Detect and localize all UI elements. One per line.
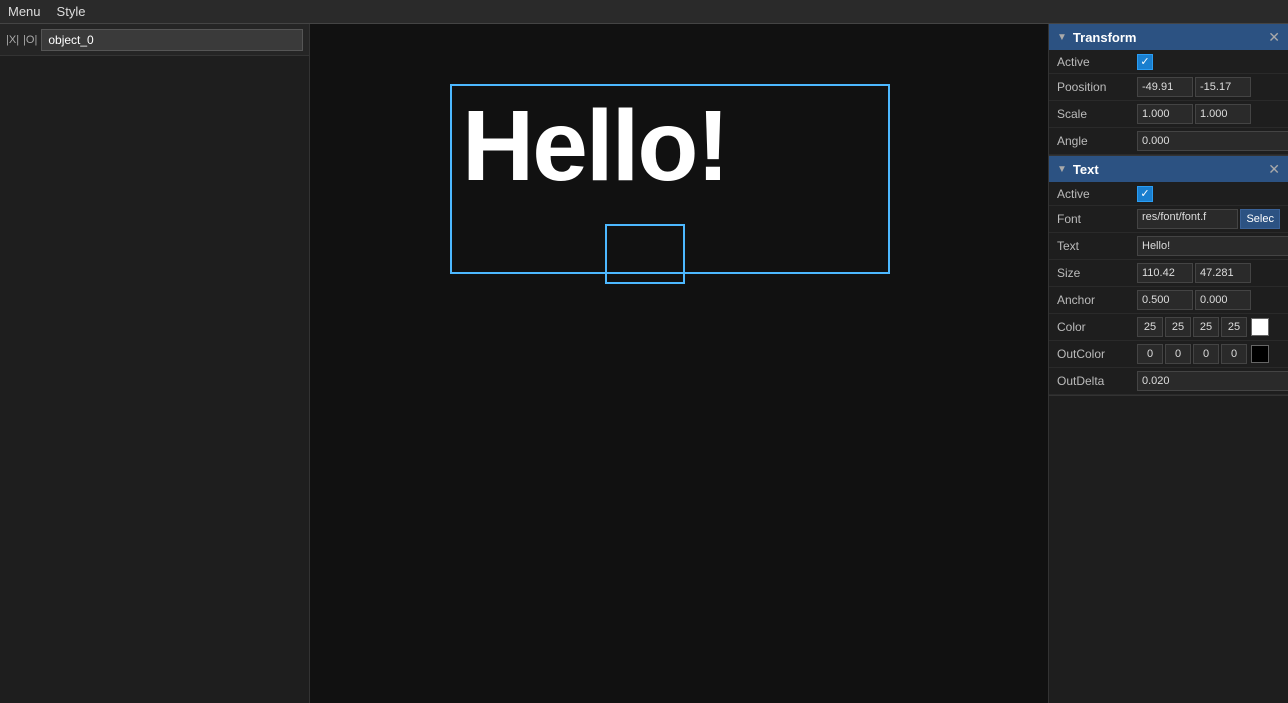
transform-position-values xyxy=(1137,77,1280,97)
text-anchor-x[interactable] xyxy=(1137,290,1193,310)
text-color-swatch[interactable] xyxy=(1251,318,1269,336)
left-panel: |X| |O| xyxy=(0,24,310,703)
transform-scale-values xyxy=(1137,104,1280,124)
transform-position-y[interactable] xyxy=(1195,77,1251,97)
transform-scale-label: Scale xyxy=(1057,107,1137,121)
text-anchor-label: Anchor xyxy=(1057,293,1137,307)
text-outdelta-input[interactable] xyxy=(1137,371,1288,391)
text-color-values xyxy=(1137,317,1269,337)
text-font-group: res/font/font.f Selec xyxy=(1137,209,1280,229)
sub-selection-box xyxy=(605,224,685,284)
text-active-row: Active ✓ xyxy=(1049,182,1288,206)
transform-collapse-icon: ▼ xyxy=(1057,32,1067,43)
hello-text: Hello! xyxy=(452,86,888,196)
transform-header[interactable]: ▼ Transform ✕ xyxy=(1049,24,1288,50)
text-color-r[interactable] xyxy=(1137,317,1163,337)
main-layout: |X| |O| Hello! ▼ Transform ✕ Active ✓ xyxy=(0,24,1288,703)
text-color-row: Color xyxy=(1049,314,1288,341)
transform-active-label: Active xyxy=(1057,55,1137,69)
text-value-input[interactable] xyxy=(1137,236,1288,256)
text-active-checkbox[interactable]: ✓ xyxy=(1137,186,1153,202)
text-size-row: Size xyxy=(1049,260,1288,287)
text-size-values xyxy=(1137,263,1280,283)
text-header[interactable]: ▼ Text ✕ xyxy=(1049,156,1288,182)
object-list-header: |X| |O| xyxy=(0,24,309,56)
text-value-row: Text xyxy=(1049,233,1288,260)
transform-position-x[interactable] xyxy=(1137,77,1193,97)
text-outdelta-row: OutDelta xyxy=(1049,368,1288,395)
menubar: Menu Style xyxy=(0,0,1288,24)
text-color-label: Color xyxy=(1057,320,1137,334)
text-section: ▼ Text ✕ Active ✓ Font res/font/font.f S… xyxy=(1049,156,1288,396)
transform-scale-y[interactable] xyxy=(1195,104,1251,124)
text-value-label: Text xyxy=(1057,239,1137,253)
transform-scale-row: Scale xyxy=(1049,101,1288,128)
transform-angle-label: Angle xyxy=(1057,134,1137,148)
transform-active-row: Active ✓ xyxy=(1049,50,1288,74)
canvas-area: Hello! xyxy=(310,24,1048,703)
transform-angle-row: Angle xyxy=(1049,128,1288,155)
text-outdelta-label: OutDelta xyxy=(1057,374,1137,388)
text-outcolor-values xyxy=(1137,344,1269,364)
text-font-path: res/font/font.f xyxy=(1137,209,1238,229)
transform-position-label: Poosition xyxy=(1057,80,1137,94)
transform-angle-input[interactable] xyxy=(1137,131,1288,151)
text-title: Text xyxy=(1073,162,1264,177)
menu-item-style[interactable]: Style xyxy=(57,4,86,19)
text-color-g[interactable] xyxy=(1165,317,1191,337)
transform-scale-x[interactable] xyxy=(1137,104,1193,124)
right-panel: ▼ Transform ✕ Active ✓ Poosition Scale xyxy=(1048,24,1288,703)
text-anchor-values xyxy=(1137,290,1280,310)
object-name-input[interactable] xyxy=(41,29,303,51)
text-outcolor-a[interactable] xyxy=(1221,344,1247,364)
text-anchor-y[interactable] xyxy=(1195,290,1251,310)
transform-position-row: Poosition xyxy=(1049,74,1288,101)
text-outcolor-swatch[interactable] xyxy=(1251,345,1269,363)
text-close-button[interactable]: ✕ xyxy=(1268,161,1280,178)
text-font-label: Font xyxy=(1057,212,1137,226)
text-collapse-icon: ▼ xyxy=(1057,164,1067,175)
text-size-w[interactable] xyxy=(1137,263,1193,283)
text-color-a[interactable] xyxy=(1221,317,1247,337)
text-font-select-button[interactable]: Selec xyxy=(1240,209,1280,229)
transform-title: Transform xyxy=(1073,30,1264,45)
transform-active-checkbox[interactable]: ✓ xyxy=(1137,54,1153,70)
text-color-b[interactable] xyxy=(1193,317,1219,337)
x-icon: |X| xyxy=(6,34,19,46)
text-outcolor-row: OutColor xyxy=(1049,341,1288,368)
o-icon: |O| xyxy=(23,34,37,46)
text-size-label: Size xyxy=(1057,266,1137,280)
text-outcolor-label: OutColor xyxy=(1057,347,1137,361)
text-size-h[interactable] xyxy=(1195,263,1251,283)
transform-close-button[interactable]: ✕ xyxy=(1268,29,1280,46)
menu-item-menu[interactable]: Menu xyxy=(8,4,41,19)
text-outcolor-r[interactable] xyxy=(1137,344,1163,364)
text-active-label: Active xyxy=(1057,187,1137,201)
transform-section: ▼ Transform ✕ Active ✓ Poosition Scale xyxy=(1049,24,1288,156)
text-outcolor-b[interactable] xyxy=(1193,344,1219,364)
text-anchor-row: Anchor xyxy=(1049,287,1288,314)
text-outcolor-g[interactable] xyxy=(1165,344,1191,364)
text-font-row: Font res/font/font.f Selec xyxy=(1049,206,1288,233)
